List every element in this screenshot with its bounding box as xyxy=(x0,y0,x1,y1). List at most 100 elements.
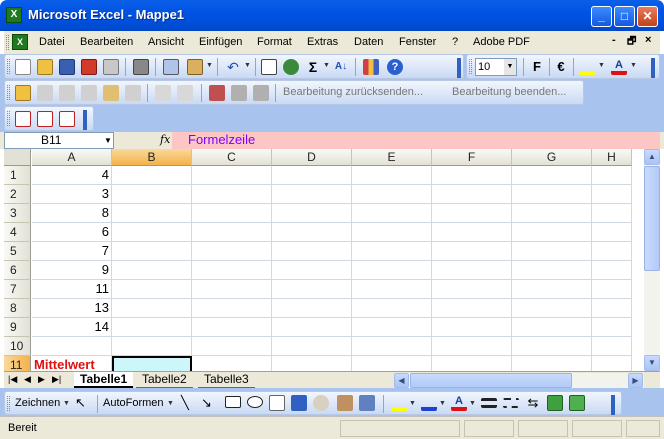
cell-g11[interactable] xyxy=(512,356,592,371)
vertical-scroll-thumb[interactable] xyxy=(644,166,660,271)
cell-d6[interactable] xyxy=(272,261,352,280)
row-header[interactable]: 7 xyxy=(4,280,31,299)
cell-h3[interactable] xyxy=(592,204,632,223)
cell-d2[interactable] xyxy=(272,185,352,204)
chevron-down-icon[interactable]: ▼ xyxy=(167,400,174,407)
cell-e10[interactable] xyxy=(352,337,432,356)
toolbar-grip[interactable] xyxy=(7,59,10,74)
doc-restore-button[interactable]: 🗗 xyxy=(627,34,636,51)
shadow-style-icon[interactable] xyxy=(547,395,563,411)
cell-e1[interactable] xyxy=(352,166,432,185)
cell-b6[interactable] xyxy=(112,261,192,280)
cell-c5[interactable] xyxy=(192,242,272,261)
doc-close-button[interactable]: × xyxy=(645,34,651,46)
first-sheet-icon[interactable]: |◀ xyxy=(8,374,17,385)
email-icon[interactable] xyxy=(103,59,119,75)
chevron-down-icon[interactable]: ▼ xyxy=(206,62,213,69)
cell-h6[interactable] xyxy=(592,261,632,280)
cell-b5[interactable] xyxy=(112,242,192,261)
line-style-icon[interactable] xyxy=(481,398,497,408)
formula-input[interactable]: Formelzeile xyxy=(172,132,660,149)
row-header[interactable]: 9 xyxy=(4,318,31,337)
scroll-left-icon[interactable]: ◀ xyxy=(394,373,409,388)
cell-d5[interactable] xyxy=(272,242,352,261)
cell-b10[interactable] xyxy=(112,337,192,356)
cell-f3[interactable] xyxy=(432,204,512,223)
cell-b1[interactable] xyxy=(112,166,192,185)
toolbar-grip[interactable] xyxy=(7,111,10,126)
cell-e7[interactable] xyxy=(352,280,432,299)
cell-h2[interactable] xyxy=(592,185,632,204)
print-icon[interactable] xyxy=(133,59,149,75)
row-header[interactable]: 8 xyxy=(4,299,31,318)
comment-icon[interactable] xyxy=(15,85,31,101)
ink-annotations-icon[interactable] xyxy=(155,85,171,101)
menu-format[interactable]: Format xyxy=(257,36,292,48)
cell-a11[interactable]: Mittelwert xyxy=(32,356,112,371)
close-button[interactable]: ✕ xyxy=(637,6,658,27)
3d-style-icon[interactable] xyxy=(569,395,585,411)
show-comment-icon[interactable] xyxy=(81,85,97,101)
cell-a4[interactable]: 6 xyxy=(32,223,112,242)
cell-d1[interactable] xyxy=(272,166,352,185)
cell-h5[interactable] xyxy=(592,242,632,261)
horizontal-scroll-thumb[interactable] xyxy=(410,373,572,388)
cell-h11[interactable] xyxy=(592,356,632,371)
end-review-button[interactable]: Bearbeitung beenden... xyxy=(452,86,566,98)
column-header-h[interactable]: H xyxy=(592,149,632,166)
send-back-button[interactable]: Bearbeitung zurücksenden... xyxy=(283,86,423,98)
row-header[interactable]: 3 xyxy=(4,204,31,223)
column-header-b[interactable]: B xyxy=(112,149,192,166)
row-header[interactable]: 11 xyxy=(4,356,31,371)
cell-c3[interactable] xyxy=(192,204,272,223)
cell-a6[interactable]: 9 xyxy=(32,261,112,280)
cell-g4[interactable] xyxy=(512,223,592,242)
column-header-f[interactable]: F xyxy=(432,149,512,166)
cell-a9[interactable]: 14 xyxy=(32,318,112,337)
cell-a2[interactable]: 3 xyxy=(32,185,112,204)
cell-c8[interactable] xyxy=(192,299,272,318)
pdf-email-icon[interactable] xyxy=(37,111,53,127)
new-icon[interactable] xyxy=(15,59,31,75)
selected-cell-b11[interactable] xyxy=(112,356,192,371)
cell-g10[interactable] xyxy=(512,337,592,356)
print-preview-icon[interactable] xyxy=(163,59,179,75)
cell-e4[interactable] xyxy=(352,223,432,242)
cell-h7[interactable] xyxy=(592,280,632,299)
toolbar-options-icon[interactable] xyxy=(457,58,461,78)
paste-icon[interactable] xyxy=(187,59,203,75)
chart-wizard-icon[interactable] xyxy=(363,59,379,75)
open-folder-icon[interactable] xyxy=(37,59,53,75)
cell-b4[interactable] xyxy=(112,223,192,242)
toolbar-options-icon[interactable] xyxy=(651,58,655,78)
euro-button[interactable]: € xyxy=(553,59,569,75)
column-header-e[interactable]: E xyxy=(352,149,432,166)
cell-e3[interactable] xyxy=(352,204,432,223)
column-header-d[interactable]: D xyxy=(272,149,352,166)
cell-d8[interactable] xyxy=(272,299,352,318)
font-size-select[interactable]: 10 ▼ xyxy=(475,58,517,76)
menu-adobe-pdf[interactable]: Adobe PDF xyxy=(473,36,530,48)
cell-c10[interactable] xyxy=(192,337,272,356)
clipart-icon[interactable] xyxy=(337,395,353,411)
cell-c7[interactable] xyxy=(192,280,272,299)
autosum-icon[interactable]: Σ xyxy=(305,59,321,75)
menu-help[interactable]: ? xyxy=(452,36,458,48)
doc-minimize-button[interactable]: - xyxy=(612,34,616,46)
sheet-tab-tabelle1[interactable]: Tabelle1 xyxy=(74,372,134,388)
menu-extras[interactable]: Extras xyxy=(307,36,338,48)
line-icon[interactable]: ╲ xyxy=(181,395,197,411)
cell-f2[interactable] xyxy=(432,185,512,204)
undo-icon[interactable]: ↶ xyxy=(225,59,241,75)
sheet-tab-tabelle2[interactable]: Tabelle2 xyxy=(136,372,193,388)
cell-c6[interactable] xyxy=(192,261,272,280)
cell-d7[interactable] xyxy=(272,280,352,299)
maximize-button[interactable]: □ xyxy=(614,6,635,27)
cell-b3[interactable] xyxy=(112,204,192,223)
cell-g3[interactable] xyxy=(512,204,592,223)
toolbar-options-icon[interactable] xyxy=(611,395,615,415)
cell-b2[interactable] xyxy=(112,185,192,204)
menu-datei[interactable]: Datei xyxy=(39,36,65,48)
select-objects-icon[interactable]: ↖ xyxy=(75,395,91,411)
column-header-g[interactable]: G xyxy=(512,149,592,166)
